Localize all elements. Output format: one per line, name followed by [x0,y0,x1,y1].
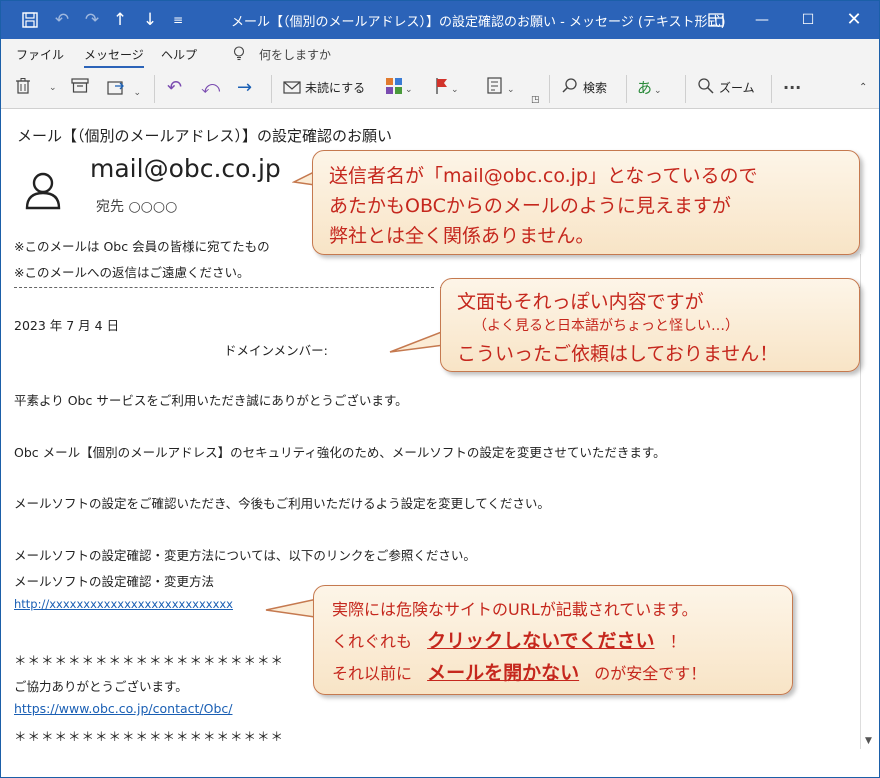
body-date: 2023 年 7 月 4 日 [14,318,120,333]
contact-link[interactable]: https://www.obc.co.jp/contact/Obc/ [14,701,232,716]
callout-text-part: それ以前に [332,664,413,683]
maximize-button[interactable]: ☐ [785,1,831,39]
ribbon-tabs: ファイル メッセージ ヘルプ 何をしますか [1,39,879,69]
email-subject: メール【（個別のメールアドレス）】の設定確認のお願い [17,127,393,145]
body-line: ご協力ありがとうございます。 [14,679,188,694]
recipient-line: 宛先 ○○○○ [96,199,178,215]
body-line: Obc メール【個別のメールアドレス】のセキュリティ強化のため、メールソフトの設… [14,445,666,460]
flag-icon[interactable]: ⌄ [435,77,459,99]
zoom-icon [698,78,714,94]
callout-emphasis: メールを開かない [427,662,580,684]
more-options-icon[interactable]: ··· [783,77,801,99]
scrollbar[interactable] [860,254,877,749]
body-line: 平素より Obc サービスをご利用いただき誠にありがとうございます。 [14,393,408,408]
close-button[interactable]: ✕ [831,1,877,39]
tab-message[interactable]: メッセージ [84,46,144,68]
callout-link-warning: 実際には危険なサイトのURLが記載されています。 くれぐれも クリックしないでく… [313,585,793,695]
callout-line: こういったご依頼はしておりません！ [457,343,779,365]
search-icon [562,78,577,93]
sender-address[interactable]: mail@obc.co.jp [90,154,281,183]
callout-text-part: ！ [669,632,686,651]
title-bar: ↶ ↷ ↑ ↓ ≡ メール【（個別のメールアドレス）】の設定確認のお願い - メ… [1,1,879,39]
body-line: メールソフトの設定確認・変更方法 [14,574,215,589]
redo-icon[interactable]: ↷ [81,9,103,31]
rules-icon[interactable]: ⌄ [487,77,515,99]
window-title: メール【（個別のメールアドレス）】の設定確認のお願い - メッセージ (テキスト… [231,15,726,30]
scroll-down-arrow-icon[interactable]: ▼ [861,734,876,748]
toolbar-separator [549,75,550,103]
callout-line: 弊社とは全く関係ありません。 [329,225,595,247]
toolbar-separator [771,75,772,103]
save-icon[interactable] [19,9,41,31]
tab-file[interactable]: ファイル [16,46,64,63]
ribbon-display-icon[interactable] [693,1,739,39]
callout-text-part: のが安全です！ [594,664,707,683]
arrow-down-icon[interactable]: ↓ [139,9,161,31]
zoom-button[interactable]: ズーム [697,77,755,99]
callout-text-part: くれぐれも [332,632,413,651]
toolbar-separator [271,75,272,103]
collapse-ribbon-icon[interactable]: ⌃ [859,77,867,99]
dialog-launcher-icon[interactable]: ◳ [531,89,540,111]
move-icon[interactable]: ⌄ [107,77,141,99]
toolbar-separator [685,75,686,103]
callout-line: くれぐれも クリックしないでください ！ [332,626,686,653]
callout-line: 実際には危険なサイトのURLが記載されています。 [332,600,698,619]
delete-dropdown-icon[interactable]: ⌄ [49,77,57,99]
callout-line: 送信者名が「mail@obc.co.jp」となっているので [329,165,758,187]
customize-quick-access-icon[interactable]: ≡ [167,9,189,31]
toolbar-separator [154,75,155,103]
delete-icon[interactable] [15,77,31,99]
translate-icon[interactable]: あ ⌄ [637,77,662,99]
search-button[interactable]: 検索 [561,77,607,99]
callout-emphasis: クリックしないでください [427,630,655,652]
callout-content-warning: 文面もそれっぽい内容ですが （よく見ると日本語がちょっと怪しい…） こういったご… [440,278,860,372]
body-line: メールソフトの設定確認・変更方法については、以下のリンクをご参照ください。 [14,548,476,563]
reply-icon[interactable]: ↶ [167,77,182,99]
undo-icon[interactable]: ↶ [51,9,73,31]
minimize-button[interactable]: — [739,1,785,39]
callout-line: （よく見ると日本語がちょっと怪しい…） [473,318,739,334]
ribbon-toolbar: ⌄ ⌄ ↶ ⤺ → 未読にする ⌄ ⌄ ⌄ ◳ 検索 あ ⌄ ズーム ··· ⌃ [1,69,879,109]
body-greeting: ドメインメンバー: [224,343,328,358]
envelope-icon [283,81,301,94]
suspicious-link[interactable]: http://xxxxxxxxxxxxxxxxxxxxxxxxxxx [14,597,233,611]
archive-icon[interactable] [71,77,89,99]
mark-unread-label: 未読にする [305,81,366,95]
callout-line: あたかもOBCからのメールのように見えますが [329,195,731,217]
body-asterisks: ＊＊＊＊＊＊＊＊＊＊＊＊＊＊＊＊＊＊＊＊ [14,653,285,668]
zoom-label: ズーム [719,81,755,95]
avatar-icon [20,168,66,214]
categorize-icon[interactable]: ⌄ [385,77,413,99]
mark-unread-button[interactable]: 未読にする [283,77,365,99]
lightbulb-icon [233,46,245,64]
tell-me-search[interactable]: 何をしますか [259,46,331,63]
body-asterisks: ＊＊＊＊＊＊＊＊＊＊＊＊＊＊＊＊＊＊＊＊ [14,729,285,744]
toolbar-separator [626,75,627,103]
reply-all-icon[interactable]: ⤺ [201,77,220,99]
divider [14,287,434,288]
body-line: メールソフトの設定をご確認いただき、今後もご利用いただけるよう設定を変更してくだ… [14,496,550,511]
body-line: ※このメールへの返信はご遠慮ください。 [14,265,250,280]
tab-help[interactable]: ヘルプ [161,46,197,63]
body-line: ※このメールは Obc 会員の皆様に宛てたもの [14,239,270,254]
callout-line: それ以前に メールを開かない のが安全です！ [332,658,706,685]
callout-line: 文面もそれっぽい内容ですが [457,291,704,313]
search-label: 検索 [583,81,608,95]
arrow-up-icon[interactable]: ↑ [109,9,131,31]
forward-icon[interactable]: → [237,77,252,99]
callout-sender-warning: 送信者名が「mail@obc.co.jp」となっているので あたかもOBCからの… [312,150,860,255]
